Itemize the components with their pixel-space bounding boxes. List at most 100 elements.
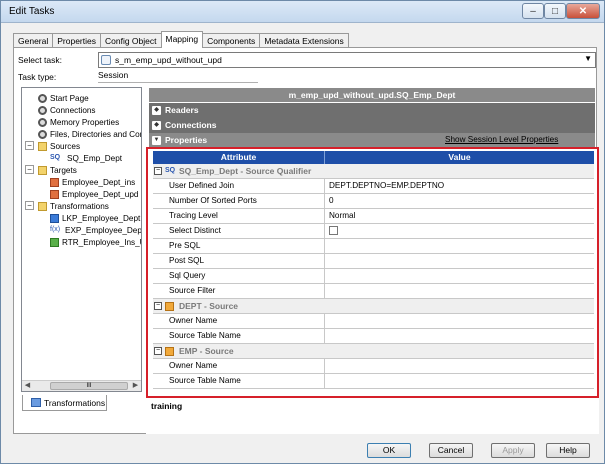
attribute-value[interactable]: DEPT.DEPTNO=EMP.DEPTNO xyxy=(324,179,594,193)
chevron-down-icon: ▼ xyxy=(584,54,592,63)
table-row[interactable]: Post SQL xyxy=(153,254,594,269)
table-row[interactable]: Owner Name xyxy=(153,314,594,329)
table-row[interactable]: Number Of Sorted Ports 0 xyxy=(153,194,594,209)
table-row[interactable]: Owner Name xyxy=(153,359,594,374)
tree-item-lkp-employee-dept[interactable]: LKP_Employee_Dept xyxy=(50,212,140,224)
tab-components[interactable]: Components xyxy=(202,33,261,48)
table-row[interactable]: Tracing Level Normal xyxy=(153,209,594,224)
source-qualifier-icon: SQ xyxy=(165,167,176,174)
description-text: training xyxy=(151,401,183,411)
collapse-transformations-icon[interactable]: − xyxy=(25,201,34,210)
scroll-left-icon[interactable]: ◀ xyxy=(22,381,33,391)
close-button[interactable]: ✕ xyxy=(566,3,600,19)
maximize-button[interactable]: □ xyxy=(544,3,566,19)
attribute-value[interactable] xyxy=(324,374,594,388)
table-row[interactable]: User Defined Join DEPT.DEPTNO=EMP.DEPTNO xyxy=(153,179,594,194)
task-type-label: Task type: xyxy=(18,72,57,82)
gear-icon xyxy=(38,117,47,127)
tree-item-employee-dept-ins[interactable]: Employee_Dept_ins xyxy=(50,176,135,188)
group-title: SQ_Emp_Dept - Source Qualifier xyxy=(179,166,312,176)
expression-icon: f(x) xyxy=(50,225,61,233)
tree-item-sq-emp-dept[interactable]: SQ SQ_Emp_Dept xyxy=(50,152,122,164)
select-task-dropdown[interactable]: s_m_emp_upd_without_upd ▼ xyxy=(98,52,596,68)
collapse-icon[interactable]: − xyxy=(154,347,162,355)
attribute-value[interactable]: 0 xyxy=(324,194,594,208)
tab-general[interactable]: General xyxy=(13,33,54,48)
gear-icon xyxy=(38,93,47,103)
tab-properties[interactable]: Properties xyxy=(52,33,101,48)
bottom-tab-label: Transformations xyxy=(44,397,106,408)
table-row[interactable]: Source Table Name xyxy=(153,329,594,344)
group-dept-source[interactable]: − DEPT - Source xyxy=(153,299,594,314)
lookup-icon xyxy=(50,213,59,223)
navigation-tree[interactable]: Start Page Connections Memory Properties… xyxy=(21,87,142,392)
select-distinct-checkbox[interactable] xyxy=(329,226,338,235)
tree-folder-sources[interactable]: Sources xyxy=(38,140,80,152)
attribute-value[interactable] xyxy=(324,359,594,373)
attribute-name: Select Distinct xyxy=(169,226,221,235)
group-sq-emp-dept[interactable]: − SQ SQ_Emp_Dept - Source Qualifier xyxy=(153,164,594,179)
transformations-bottom-tab[interactable]: Transformations xyxy=(22,395,107,411)
tree-horizontal-scrollbar[interactable]: ◀ III ▶ xyxy=(22,380,141,391)
collapse-sources-icon[interactable]: − xyxy=(25,141,34,150)
tab-config-object[interactable]: Config Object xyxy=(100,33,162,48)
help-button[interactable]: Help xyxy=(546,443,590,458)
section-connections[interactable]: ◆ Connections xyxy=(149,118,595,133)
collapse-icon[interactable]: − xyxy=(154,302,162,310)
collapse-targets-icon[interactable]: − xyxy=(25,165,34,174)
attribute-value[interactable] xyxy=(324,314,594,328)
collapse-icon[interactable]: − xyxy=(154,167,162,175)
collapse-icon: ▼ xyxy=(152,136,161,145)
folder-icon xyxy=(38,201,47,211)
tree-folder-targets[interactable]: Targets xyxy=(38,164,77,176)
minimize-button[interactable]: – xyxy=(522,3,544,19)
attribute-value[interactable] xyxy=(324,329,594,343)
cancel-button[interactable]: Cancel xyxy=(429,443,473,458)
ok-button[interactable]: OK xyxy=(367,443,411,458)
tree-item-label: Employee_Dept_upd xyxy=(62,189,139,199)
attribute-value[interactable] xyxy=(324,284,594,298)
attribute-name: Tracing Level xyxy=(169,211,218,220)
tree-item-label: LKP_Employee_Dept xyxy=(62,213,141,223)
attribute-name: Sql Query xyxy=(169,271,206,280)
tree-item-memory-properties[interactable]: Memory Properties xyxy=(38,116,119,128)
attribute-name: Source Filter xyxy=(169,286,216,295)
tree-item-label: Targets xyxy=(50,165,77,175)
tree-folder-transformations[interactable]: Transformations xyxy=(38,200,109,212)
tree-item-start-page[interactable]: Start Page xyxy=(38,92,89,104)
attribute-value[interactable] xyxy=(324,239,594,253)
table-row[interactable]: Source Filter xyxy=(153,284,594,299)
attribute-name: User Defined Join xyxy=(169,181,235,190)
session-icon xyxy=(101,55,111,65)
attribute-column-header: Attribute xyxy=(220,152,257,162)
tree-item-files-directories[interactable]: Files, Directories and Com xyxy=(38,128,142,140)
scroll-right-icon[interactable]: ▶ xyxy=(130,381,141,391)
tree-item-connections[interactable]: Connections xyxy=(38,104,96,116)
source-icon xyxy=(165,347,174,356)
tree-item-label: Files, Directories and Com xyxy=(50,129,142,139)
table-row[interactable]: Source Table Name xyxy=(153,374,594,389)
tab-metadata-extensions[interactable]: Metadata Extensions xyxy=(259,33,349,48)
tree-item-label: EXP_Employee_Dept xyxy=(65,225,142,235)
section-label: Readers xyxy=(165,105,199,115)
table-row[interactable]: Pre SQL xyxy=(153,239,594,254)
attribute-value[interactable] xyxy=(324,269,594,283)
scroll-thumb[interactable]: III xyxy=(50,382,128,390)
tree-item-exp-employee-dept[interactable]: f(x) EXP_Employee_Dept xyxy=(50,224,142,236)
apply-button[interactable]: Apply xyxy=(491,443,535,458)
title-bar: Edit Tasks – □ ✕ xyxy=(1,1,604,23)
tab-mapping[interactable]: Mapping xyxy=(160,31,204,48)
table-row[interactable]: Select Distinct xyxy=(153,224,594,239)
tree-item-rtr-employee-ins[interactable]: RTR_Employee_Ins_U xyxy=(50,236,141,248)
tree-item-employee-dept-upd[interactable]: Employee_Dept_upd xyxy=(50,188,138,200)
show-session-level-properties-link[interactable]: Show Session Level Properties xyxy=(445,135,558,144)
attribute-value[interactable] xyxy=(324,254,594,268)
value-column-header: Value xyxy=(324,151,594,164)
group-emp-source[interactable]: − EMP - Source xyxy=(153,344,594,359)
expand-icon: ◆ xyxy=(152,106,161,115)
section-readers[interactable]: ◆ Readers xyxy=(149,103,595,118)
expand-icon: ◆ xyxy=(152,121,161,130)
table-row[interactable]: Sql Query xyxy=(153,269,594,284)
attribute-value[interactable]: Normal xyxy=(324,209,594,223)
tree-item-label: Memory Properties xyxy=(50,117,120,127)
